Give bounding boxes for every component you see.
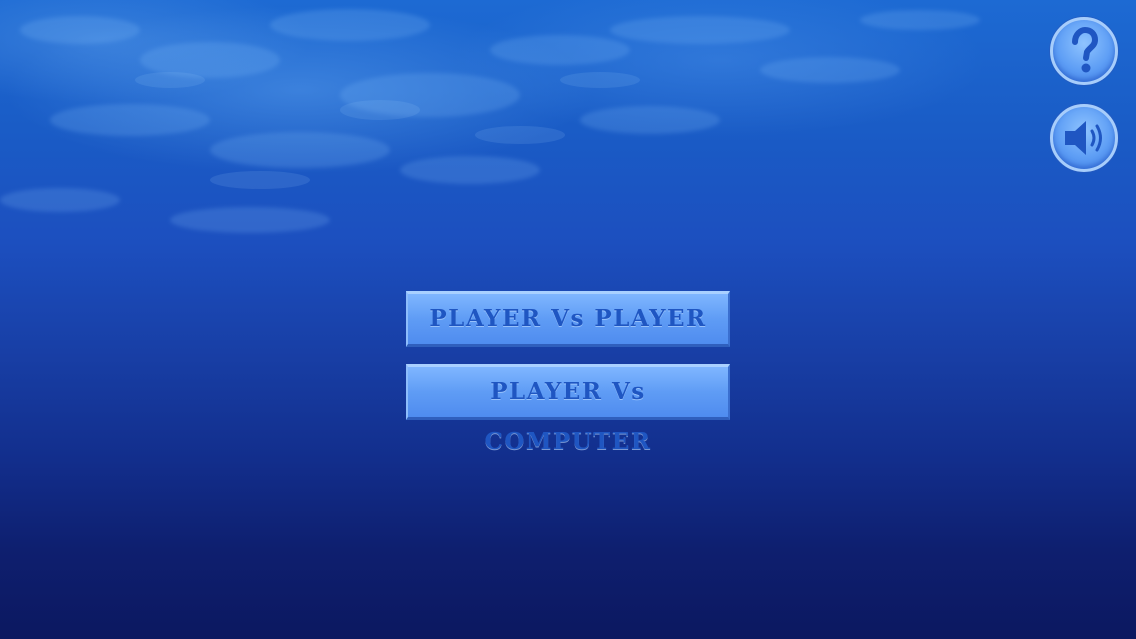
help-button[interactable] bbox=[1050, 17, 1118, 85]
surface-light-glow bbox=[0, 0, 1136, 260]
game-main-menu: PLAYER Vs PLAYER PLAYER Vs COMPUTER bbox=[0, 0, 1136, 639]
speaker-volume-icon bbox=[1065, 121, 1102, 155]
game-mode-menu: PLAYER Vs PLAYER PLAYER Vs COMPUTER bbox=[406, 291, 730, 455]
player-vs-player-button[interactable]: PLAYER Vs PLAYER bbox=[406, 291, 730, 347]
player-vs-computer-button[interactable]: PLAYER Vs COMPUTER bbox=[406, 364, 730, 455]
question-mark-icon bbox=[1072, 26, 1099, 73]
sound-toggle-button[interactable] bbox=[1050, 104, 1118, 172]
